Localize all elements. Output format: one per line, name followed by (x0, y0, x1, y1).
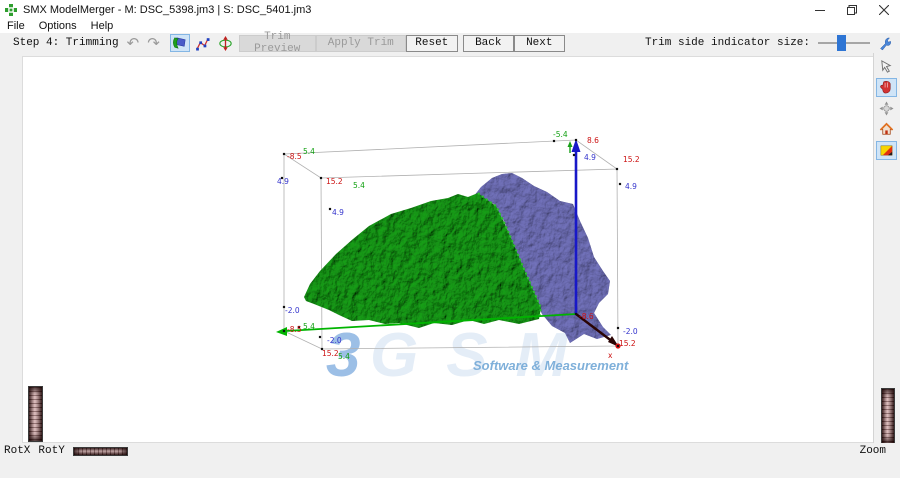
wrench-icon (877, 35, 893, 51)
3d-scene: 3 GSM Software & Measurement (23, 57, 873, 442)
toolbar: Step 4: Trimming ↶ ↷ Trim Preview Apply … (0, 33, 900, 54)
back-button[interactable]: Back (463, 35, 514, 52)
3d-viewport[interactable]: 3 GSM Software & Measurement (22, 56, 874, 443)
menu-file[interactable]: File (0, 20, 32, 32)
undo-icon[interactable]: ↶ (127, 36, 140, 51)
polyline-points-icon (194, 35, 211, 52)
manipulator-tool-button[interactable] (216, 34, 236, 52)
title-bar: SMX ModelMerger - M: DSC_5398.jm3 | S: D… (0, 0, 900, 19)
app-icon (5, 4, 17, 16)
box-corner-label: x (608, 351, 613, 360)
close-icon (879, 5, 889, 15)
box-tick-dot (329, 208, 331, 210)
right-tool-strip (873, 53, 900, 443)
box-tick-dot (575, 313, 577, 315)
box-tick-dot (283, 153, 285, 155)
home-icon (879, 122, 894, 137)
box-tick-dot (553, 140, 555, 142)
color-texture-icon (879, 143, 894, 158)
roty-label: RotY (38, 445, 64, 457)
slider-handle[interactable] (837, 35, 846, 51)
lasso-select-button[interactable] (876, 57, 897, 76)
menu-options[interactable]: Options (32, 20, 84, 32)
box-corner-label: 15.2 (322, 349, 339, 358)
rotx-slider[interactable] (28, 386, 43, 442)
redo-icon[interactable]: ↷ (147, 36, 160, 51)
box-corner-label: -2.0 (327, 336, 342, 345)
menu-help[interactable]: Help (84, 20, 121, 32)
box-corner-label: -2.0 (285, 306, 300, 315)
window-title: SMX ModelMerger - M: DSC_5398.jm3 | S: D… (23, 4, 311, 16)
box-tick-dot (619, 183, 621, 185)
box-corner-label: 5.4 (353, 181, 365, 190)
status-bar: RotX RotY Zoom (0, 443, 900, 478)
maximize-icon (847, 5, 857, 15)
box-corner-label: -8.5 (287, 152, 302, 161)
step-label: Step 4: Trimming (13, 37, 119, 49)
box-tick-dot (320, 177, 322, 179)
reset-button[interactable]: Reset (406, 35, 458, 52)
pan-tool-button[interactable] (876, 78, 897, 97)
box-corner-label: 5.4 (338, 352, 350, 361)
pan-hand-icon (879, 80, 894, 95)
trim-size-slider[interactable] (818, 35, 870, 51)
box-tick-dot (575, 139, 577, 141)
trim-size-label: Trim side indicator size: (645, 37, 810, 49)
box-corner-label: 4.9 (332, 208, 344, 217)
box-corner-label: 5.4 (303, 322, 315, 331)
box-corner-label: 15.2 (623, 155, 640, 164)
box-corner-label: 15.2 (619, 339, 636, 348)
box-corner-label: 4.9 (584, 153, 596, 162)
axis-manipulator-icon (217, 35, 234, 52)
window-controls (804, 0, 900, 19)
roty-slider[interactable] (73, 447, 128, 456)
compass-arrows-icon (879, 101, 894, 116)
watermark-subtitle: Software & Measurement (473, 358, 629, 373)
next-button[interactable]: Next (514, 35, 565, 52)
box-corner-label: 4.9 (277, 177, 289, 186)
box-corner-label: -8.6 (579, 312, 594, 321)
box-corner-label: 8.6 (587, 136, 599, 145)
minimize-icon (815, 5, 825, 15)
y-axis-arrowhead (276, 327, 287, 336)
main-area: 3 GSM Software & Measurement (0, 53, 900, 443)
box-corner-label: -8.5 (287, 325, 302, 334)
menu-bar: File Options Help (0, 19, 900, 33)
zoom-label: Zoom (860, 445, 886, 457)
close-button[interactable] (868, 0, 900, 19)
lasso-select-icon (879, 59, 894, 74)
box-corner-label: 5.4 (303, 147, 315, 156)
minimize-button[interactable] (804, 0, 836, 19)
maximize-button[interactable] (836, 0, 868, 19)
settings-tool-button[interactable] (874, 34, 896, 52)
box-tick-dot (283, 330, 285, 332)
box-tick-dot (616, 168, 618, 170)
trim-region-tool-button[interactable] (170, 34, 190, 52)
trim-preview-button[interactable]: Trim Preview (239, 35, 316, 52)
box-corner-label: 4.9 (625, 182, 637, 191)
box-corner-label: -2.0 (623, 327, 638, 336)
rotate-view-button[interactable] (876, 99, 897, 118)
apply-trim-button[interactable]: Apply Trim (316, 35, 406, 52)
reset-view-button[interactable] (876, 120, 897, 139)
box-corner-label: -5.4 (553, 130, 568, 139)
texture-mode-button[interactable] (876, 141, 897, 160)
watermark-gsm: GSM (370, 321, 595, 390)
box-tick-dot (617, 327, 619, 329)
box-tick-dot (573, 154, 575, 156)
box-tick-dot (319, 336, 321, 338)
trim-polyline-tool-button[interactable] (193, 34, 213, 52)
rotx-label: RotX (4, 445, 30, 457)
box-corner-label: 15.2 (326, 177, 343, 186)
trim-region-icon (171, 35, 188, 52)
zoom-slider[interactable] (881, 388, 895, 444)
